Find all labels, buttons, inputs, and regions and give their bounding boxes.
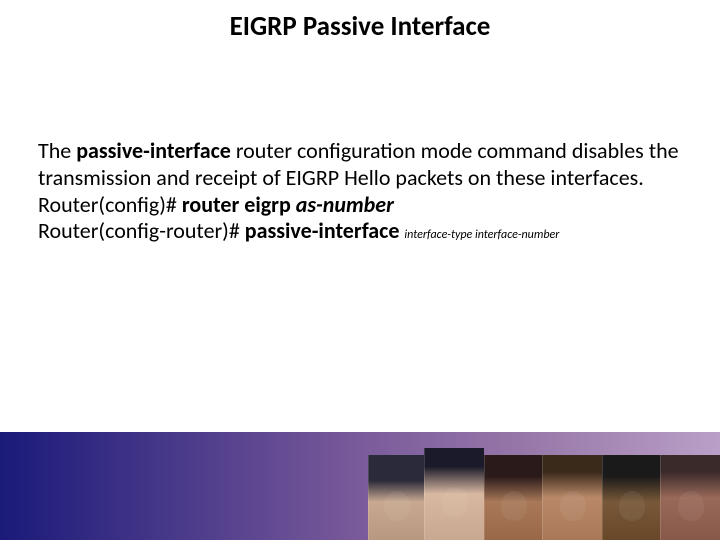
paragraph-2: Router(config)# router eigrp as-number <box>38 192 682 219</box>
slide-body: The passive-interface router configurati… <box>38 138 682 245</box>
paragraph-3: Router(config-router)# passive-interface… <box>38 218 682 245</box>
command-arg-small: interface-type interface-number <box>404 228 559 242</box>
command-text: passive-interface <box>245 217 405 244</box>
decorative-face <box>660 455 720 540</box>
footer-band <box>0 432 720 540</box>
decorative-face <box>542 455 602 540</box>
prompt-text: Router(config)# <box>38 191 182 218</box>
command-text: router eigrp <box>182 191 296 218</box>
command-name: passive-interface <box>76 137 231 164</box>
decorative-face <box>602 455 660 540</box>
text-fragment: The <box>38 137 76 164</box>
slide-title: EIGRP Passive Interface <box>0 0 720 43</box>
command-arg: as-number <box>296 191 394 218</box>
decorative-face <box>368 455 424 540</box>
slide: EIGRP Passive Interface The passive-inte… <box>0 0 720 540</box>
paragraph-1: The passive-interface router configurati… <box>38 138 682 192</box>
footer-image-strip <box>350 450 720 540</box>
decorative-face <box>424 448 484 540</box>
prompt-text: Router(config-router)# <box>38 217 245 244</box>
decorative-face <box>484 455 542 540</box>
